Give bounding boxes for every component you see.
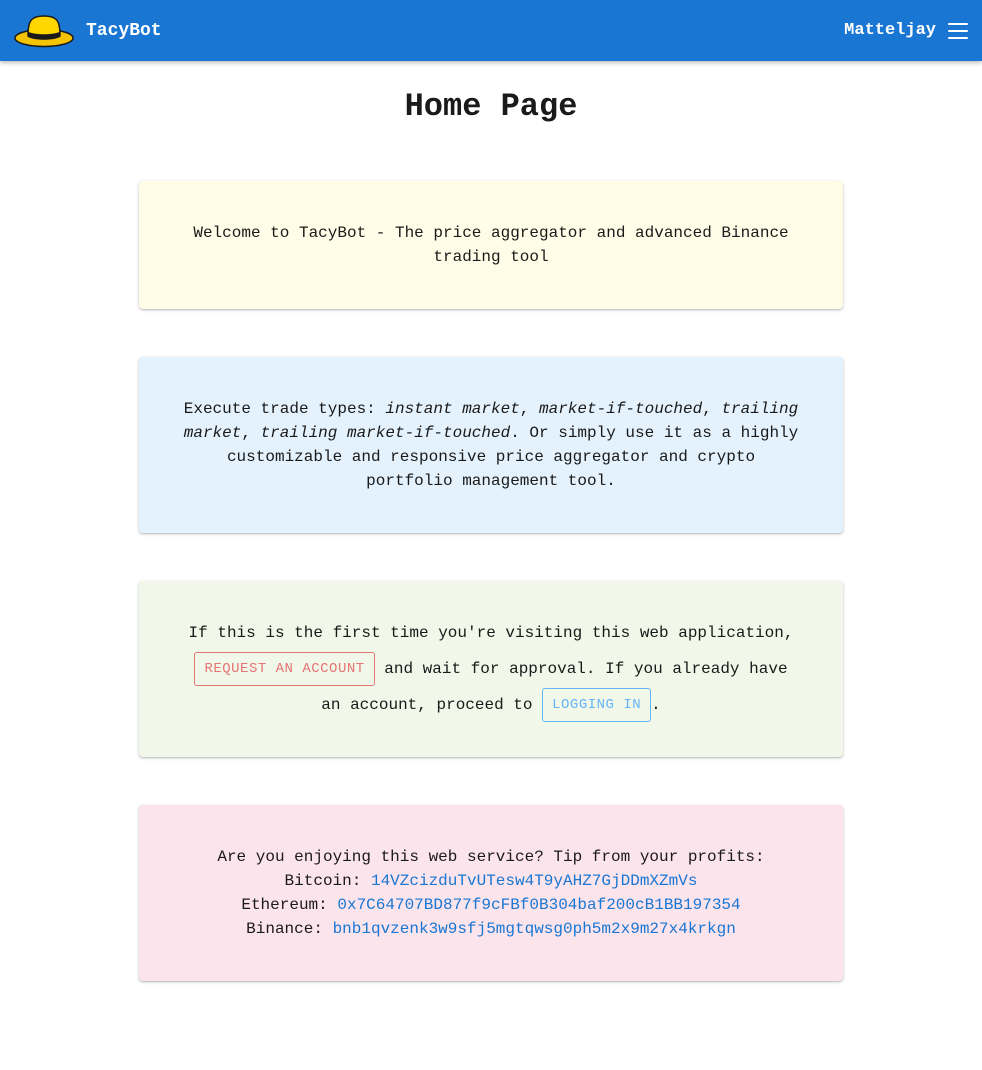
login-button[interactable]: LOGGING IN	[542, 687, 652, 722]
menu-bar-line	[948, 36, 968, 39]
trade-types-text: Execute trade types: instant market, mar…	[183, 397, 799, 493]
username-menu[interactable]: Matteljay	[844, 21, 936, 40]
trade-type-market-if-touched: market-if-touched	[539, 400, 703, 418]
separator: ,	[519, 400, 539, 418]
brand-link[interactable]: TacyBot	[14, 14, 162, 48]
menu-bar-line	[948, 29, 968, 32]
bitcoin-address-link[interactable]: 14VZcizduTvUTesw4T9yAHZ7GjDDmXZmVs	[371, 872, 697, 890]
separator: ,	[702, 400, 722, 418]
binance-label: Binance:	[246, 920, 333, 938]
hat-icon	[14, 14, 74, 47]
welcome-card: Welcome to TacyBot - The price aggregato…	[139, 181, 843, 309]
trade-types-card: Execute trade types: instant market, mar…	[139, 357, 843, 533]
request-account-button[interactable]: REQUEST AN ACCOUNT	[194, 651, 375, 686]
bitcoin-label: Bitcoin:	[284, 872, 371, 890]
account-text: If this is the first time you're visitin…	[183, 615, 799, 723]
account-text-end: .	[651, 696, 661, 714]
menu-bar-line	[948, 22, 968, 25]
binance-address-link[interactable]: bnb1qvzenk3w9sfj5mgtqwsg0ph5m2x9m27x4krk…	[333, 920, 736, 938]
top-app-bar: TacyBot Matteljay	[0, 0, 982, 61]
tip-card: Are you enjoying this web service? Tip f…	[139, 805, 843, 981]
ethereum-label: Ethereum:	[241, 896, 338, 914]
trade-type-trailing-market-if-touched: trailing market-if-touched	[260, 424, 511, 442]
separator: ,	[241, 424, 261, 442]
hamburger-menu-icon[interactable]	[948, 22, 968, 39]
tip-text: Are you enjoying this web service? Tip f…	[217, 845, 764, 941]
tip-intro: Are you enjoying this web service? Tip f…	[217, 848, 765, 866]
account-card: If this is the first time you're visitin…	[139, 581, 843, 757]
trade-prefix: Execute trade types:	[183, 400, 386, 418]
account-text-intro: If this is the first time you're visitin…	[188, 624, 794, 642]
brand-name[interactable]: TacyBot	[86, 21, 162, 41]
ethereum-address-link[interactable]: 0x7C64707BD877f9cFBf0B304baf200cB1BB1973…	[337, 896, 740, 914]
page-title: Home Page	[404, 88, 578, 125]
welcome-text: Welcome to TacyBot - The price aggregato…	[193, 224, 789, 266]
trade-type-instant-market: instant market	[385, 400, 520, 418]
